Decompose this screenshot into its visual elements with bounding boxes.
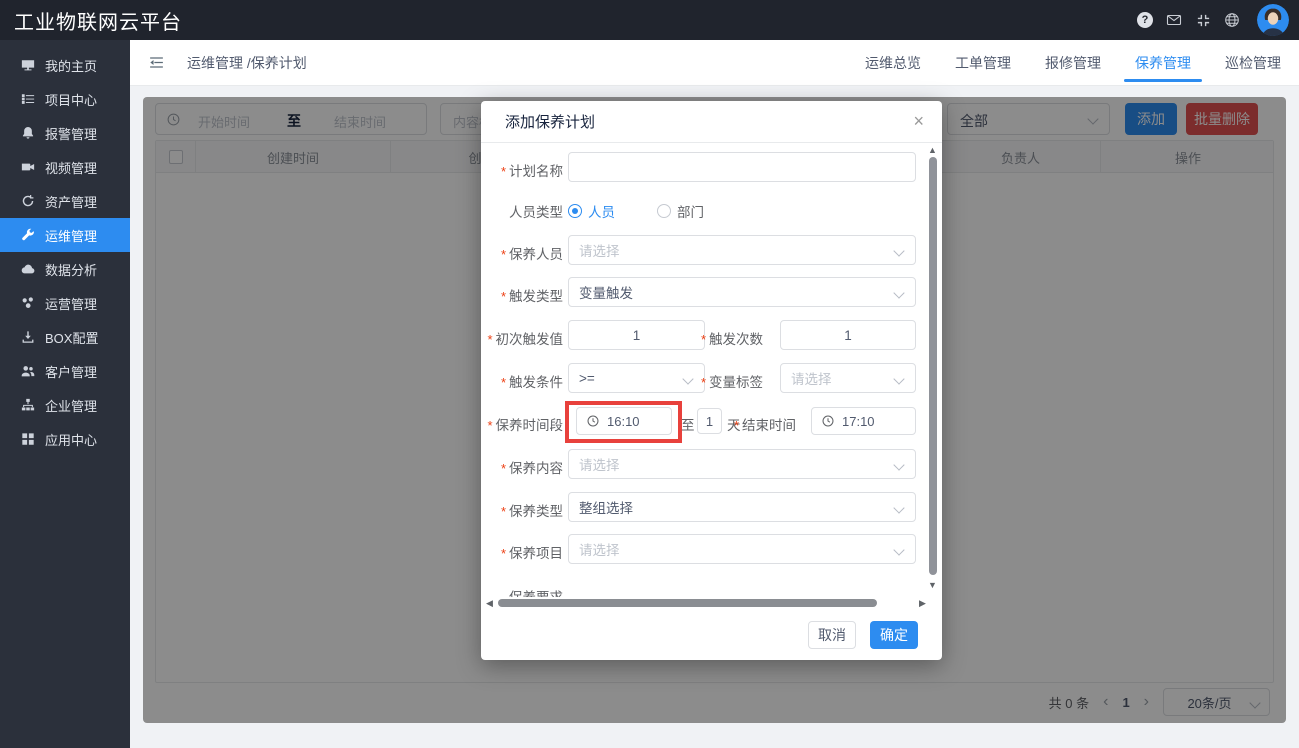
scroll-up-icon[interactable]: ▲	[928, 146, 937, 155]
top-tabs: 运维总览 工单管理 报修管理 保养管理 巡检管理	[863, 40, 1283, 86]
scroll-right-icon[interactable]: ▶	[919, 599, 926, 608]
compress-icon[interactable]	[1195, 12, 1211, 28]
top-header: 工业物联网云平台 ?	[0, 0, 1299, 40]
video-camera-icon	[20, 160, 35, 175]
sidebar-item-assets[interactable]: 资产管理	[0, 184, 130, 218]
globe-icon[interactable]	[1224, 12, 1240, 28]
cancel-button[interactable]: 取消	[808, 621, 856, 649]
chevron-down-icon	[893, 373, 904, 384]
app-root: 工业物联网云平台 ? 我的主页 项目中心	[0, 0, 1299, 748]
person-radio-label[interactable]: 人员	[588, 201, 615, 221]
bell-icon	[20, 126, 35, 141]
help-icon[interactable]: ?	[1137, 12, 1153, 28]
maintain-item-label: *保养项目	[481, 542, 563, 562]
modal-horizontal-scrollbar[interactable]: ◀ ▶	[481, 598, 942, 609]
monitor-icon	[20, 58, 35, 73]
cluster-icon	[20, 296, 35, 311]
maintain-type-label: *保养类型	[481, 500, 563, 520]
maintain-content-label: *保养内容	[481, 457, 563, 477]
tab-maintenance-mgmt[interactable]: 保养管理	[1133, 40, 1193, 86]
add-maintenance-plan-modal: 添加保养计划 × *计划名称 人员类型 人员 部门 *保养人员 请选择	[481, 101, 942, 660]
breadcrumb-bar: 运维管理 /保养计划 运维总览 工单管理 报修管理 保养管理 巡检管理	[130, 40, 1299, 86]
trigger-type-label: *触发类型	[481, 285, 563, 305]
tab-work-orders[interactable]: 工单管理	[953, 40, 1013, 86]
horizontal-scroll-thumb[interactable]	[498, 599, 877, 607]
grid-icon	[20, 432, 35, 447]
trigger-type-select[interactable]: 变量触发	[568, 277, 916, 307]
modal-body: *计划名称 人员类型 人员 部门 *保养人员 请选择 *触发类型 变量触发	[481, 143, 942, 597]
sitemap-icon	[20, 398, 35, 413]
mail-icon[interactable]	[1166, 12, 1182, 28]
chevron-down-icon	[893, 459, 904, 470]
close-icon[interactable]: ×	[913, 112, 924, 130]
person-radio[interactable]	[568, 204, 582, 218]
download-icon	[20, 330, 35, 345]
menu-fold-icon[interactable]	[148, 54, 165, 71]
clock-icon	[822, 415, 835, 428]
sidebar-item-enterprise[interactable]: 企业管理	[0, 388, 130, 422]
end-time-label: *结束时间	[714, 414, 796, 434]
chevron-down-icon	[893, 502, 904, 513]
variable-tag-select[interactable]: 请选择	[780, 363, 916, 393]
maintain-period-label: *保养时间段	[481, 414, 563, 434]
maintain-item-select[interactable]: 请选择	[568, 534, 916, 564]
trigger-count-label: *触发次数	[681, 328, 763, 348]
variable-tag-label: *变量标签	[681, 371, 763, 391]
user-avatar[interactable]	[1257, 4, 1289, 36]
end-time-picker[interactable]: 17:10	[811, 407, 916, 435]
sidebar-item-app-center[interactable]: 应用中心	[0, 422, 130, 456]
sidebar-item-home[interactable]: 我的主页	[0, 48, 130, 82]
trigger-count-input[interactable]: 1	[780, 320, 916, 350]
modal-header: 添加保养计划 ×	[481, 101, 942, 143]
maintain-requirement-label: 保养要求	[481, 586, 563, 597]
chevron-down-icon	[893, 544, 904, 555]
sidebar-item-data-analysis[interactable]: 数据分析	[0, 252, 130, 286]
app-title: 工业物联网云平台	[0, 6, 182, 35]
plan-name-input[interactable]	[568, 152, 916, 182]
wrench-icon	[20, 228, 35, 243]
trigger-condition-label: *触发条件	[481, 371, 563, 391]
maintain-person-label: *保养人员	[481, 243, 563, 263]
confirm-button[interactable]: 确定	[870, 621, 918, 649]
person-type-label: 人员类型	[481, 201, 563, 221]
scroll-left-icon[interactable]: ◀	[486, 599, 493, 608]
modal-vertical-scrollbar[interactable]: ▲ ▼	[927, 143, 939, 597]
modal-footer: 取消 确定	[481, 609, 942, 660]
sidebar-item-customers[interactable]: 客户管理	[0, 354, 130, 388]
plan-name-label: *计划名称	[481, 160, 563, 180]
department-radio-label[interactable]: 部门	[677, 201, 704, 221]
maintain-content-select[interactable]: 请选择	[568, 449, 916, 479]
period-separator: 至	[681, 414, 695, 434]
modal-title: 添加保养计划	[505, 111, 595, 132]
sidebar-item-operation[interactable]: 运营管理	[0, 286, 130, 320]
sidebar-item-alarms[interactable]: 报警管理	[0, 116, 130, 150]
sidebar: 我的主页 项目中心 报警管理 视频管理 资产管理 运维管理 数据分析 运营管理	[0, 40, 130, 748]
sidebar-item-projects[interactable]: 项目中心	[0, 82, 130, 116]
cloud-icon	[20, 262, 35, 277]
sidebar-item-video[interactable]: 视频管理	[0, 150, 130, 184]
tab-repair-mgmt[interactable]: 报修管理	[1043, 40, 1103, 86]
breadcrumb: 运维管理 /保养计划	[187, 53, 307, 73]
chevron-down-icon	[893, 245, 904, 256]
users-icon	[20, 364, 35, 379]
maintain-person-select[interactable]: 请选择	[568, 235, 916, 265]
tab-ops-overview[interactable]: 运维总览	[863, 40, 923, 86]
list-icon	[20, 92, 35, 107]
vertical-scroll-thumb[interactable]	[929, 157, 937, 575]
tab-inspection-mgmt[interactable]: 巡检管理	[1223, 40, 1283, 86]
scroll-down-icon[interactable]: ▼	[928, 581, 937, 590]
first-trigger-label: *初次触发值	[481, 328, 563, 348]
sidebar-item-box-config[interactable]: BOX配置	[0, 320, 130, 354]
sidebar-item-ops[interactable]: 运维管理	[0, 218, 130, 252]
chevron-down-icon	[893, 287, 904, 298]
department-radio[interactable]	[657, 204, 671, 218]
maintain-type-select[interactable]: 整组选择	[568, 492, 916, 522]
recycle-icon	[20, 194, 35, 209]
annotation-highlight-box	[565, 401, 682, 443]
